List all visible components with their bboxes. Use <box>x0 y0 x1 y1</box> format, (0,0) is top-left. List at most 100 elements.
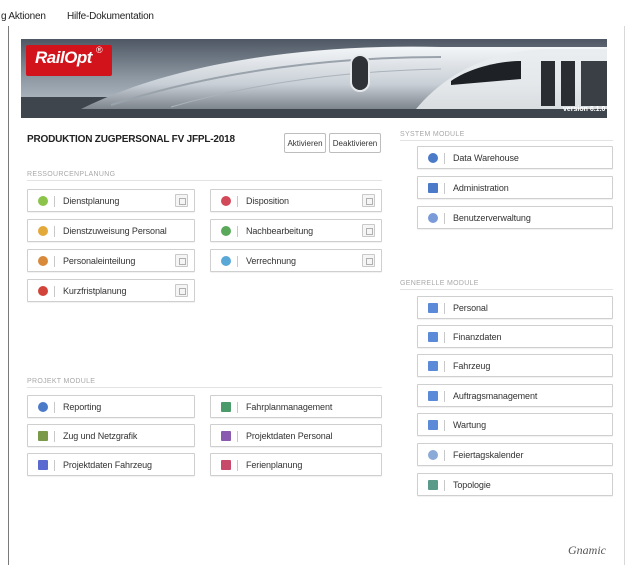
tile-finanzdaten[interactable]: Finanzdaten <box>417 325 613 348</box>
tile-personal[interactable]: Personal <box>417 296 613 319</box>
tile-auftragsmanagement[interactable]: Auftragsmanagement <box>417 384 613 407</box>
projektdaten-fahrzeug-icon <box>38 460 48 470</box>
ferienplanung-icon <box>221 460 231 470</box>
tile-label: Fahrzeug <box>453 361 491 371</box>
tile-data-warehouse[interactable]: Data Warehouse <box>417 146 613 169</box>
tile-label: Personaleinteilung <box>63 256 136 266</box>
options-icon[interactable] <box>175 284 188 297</box>
tile-personaleinteilung[interactable]: Personaleinteilung <box>27 249 195 272</box>
tile-reporting[interactable]: Reporting <box>27 395 195 418</box>
wartung-icon <box>428 420 438 430</box>
options-icon[interactable] <box>362 224 375 237</box>
tile-label: Ferienplanung <box>246 460 303 470</box>
tile-fahrplanmanagement[interactable]: Fahrplanmanagement <box>210 395 382 418</box>
section-divider <box>400 140 613 141</box>
tile-label: Dienstplanung <box>63 196 120 206</box>
tile-wartung[interactable]: Wartung <box>417 413 613 436</box>
section-divider <box>27 180 382 181</box>
tile-separator <box>237 460 238 471</box>
tile-dienstzuweisung-personal[interactable]: Dienstzuweisung Personal <box>27 219 195 242</box>
tile-label: Topologie <box>453 480 491 490</box>
dienstplan-icon <box>38 196 48 206</box>
tile-label: Personal <box>453 303 488 313</box>
tile-label: Reporting <box>63 402 102 412</box>
window-border <box>8 26 9 565</box>
personaleinteilung-icon <box>38 256 48 266</box>
tile-administration[interactable]: Administration <box>417 176 613 199</box>
tile-label: Projektdaten Personal <box>246 431 333 441</box>
reporting-icon <box>38 402 48 412</box>
tile-projektdaten-personal[interactable]: Projektdaten Personal <box>210 424 382 447</box>
tile-label: Benutzerverwaltung <box>453 213 531 223</box>
menu-hilfe-dokumentation[interactable]: Hilfe-Dokumentation <box>67 11 154 22</box>
tile-separator <box>54 460 55 471</box>
section-generelle-module: GENERELLE MODULE <box>400 280 479 287</box>
menu-aktionen[interactable]: g Aktionen <box>1 11 46 22</box>
section-system-module: SYSTEM MODULE <box>400 131 465 138</box>
benutzer-icon <box>428 213 438 223</box>
tile-kurzfristplanung[interactable]: Kurzfristplanung <box>27 279 195 302</box>
version-label: version 6.1.0 <box>563 106 606 113</box>
tile-label: Auftragsmanagement <box>453 391 538 401</box>
tile-label: Verrechnung <box>246 256 296 266</box>
disposition-icon <box>221 196 231 206</box>
section-divider <box>27 387 382 388</box>
tile-label: Nachbearbeitung <box>246 226 314 236</box>
fahrzeug-icon <box>428 361 438 371</box>
tile-dienstplanung[interactable]: Dienstplanung <box>27 189 195 212</box>
tile-verrechnung[interactable]: Verrechnung <box>210 249 382 272</box>
feiertag-icon <box>428 450 438 460</box>
tile-separator <box>54 256 55 267</box>
options-icon[interactable] <box>362 194 375 207</box>
tile-separator <box>444 303 445 314</box>
tile-separator <box>444 420 445 431</box>
tile-label: Finanzdaten <box>453 332 502 342</box>
tile-label: Administration <box>453 183 509 193</box>
tile-topologie[interactable]: Topologie <box>417 473 613 496</box>
topologie-icon <box>428 480 438 490</box>
options-icon[interactable] <box>175 194 188 207</box>
tile-separator <box>54 431 55 442</box>
options-icon[interactable] <box>362 254 375 267</box>
deactivate-button[interactable]: Deaktivieren <box>329 133 381 153</box>
kurzfrist-icon <box>38 286 48 296</box>
tile-label: Projektdaten Fahrzeug <box>63 460 152 470</box>
tile-separator <box>54 226 55 237</box>
nachbearbeitung-icon <box>221 226 231 236</box>
tile-separator <box>444 450 445 461</box>
verrechnung-icon <box>221 256 231 266</box>
tile-projektdaten-fahrzeug[interactable]: Projektdaten Fahrzeug <box>27 453 195 476</box>
tile-label: Dienstzuweisung Personal <box>63 226 167 236</box>
options-icon[interactable] <box>175 254 188 267</box>
tile-label: Data Warehouse <box>453 153 519 163</box>
registered-mark: ® <box>96 45 103 55</box>
tile-separator <box>54 196 55 207</box>
tile-separator <box>237 196 238 207</box>
tile-separator <box>237 256 238 267</box>
production-title: PRODUKTION ZUGPERSONAL FV JFPL-2018 <box>27 134 235 145</box>
finanzdaten-icon <box>428 332 438 342</box>
projektdaten-personal-icon <box>221 431 231 441</box>
netzgrafik-icon <box>38 431 48 441</box>
fahrplan-icon <box>221 402 231 412</box>
section-projekt-module: PROJEKT MODULE <box>27 378 96 385</box>
railopt-logo-text: RailOpt <box>35 48 92 67</box>
tile-separator <box>444 213 445 224</box>
tile-label: Kurzfristplanung <box>63 286 127 296</box>
tile-label: Wartung <box>453 420 486 430</box>
tile-benutzerverwaltung[interactable]: Benutzerverwaltung <box>417 206 613 229</box>
tile-label: Disposition <box>246 196 289 206</box>
tile-feiertagskalender[interactable]: Feiertagskalender <box>417 443 613 466</box>
activate-button[interactable]: Aktivieren <box>284 133 326 153</box>
tile-separator <box>444 391 445 402</box>
tile-fahrzeug[interactable]: Fahrzeug <box>417 354 613 377</box>
gnamic-brand: Gnamic <box>568 543 606 557</box>
tile-separator <box>237 431 238 442</box>
section-ressourcenplanung: RESSOURCENPLANUNG <box>27 171 116 178</box>
tile-disposition[interactable]: Disposition <box>210 189 382 212</box>
tile-ferienplanung[interactable]: Ferienplanung <box>210 453 382 476</box>
tile-nachbearbeitung[interactable]: Nachbearbeitung <box>210 219 382 242</box>
menu-bar: g Aktionen Hilfe-Dokumentation <box>0 0 625 26</box>
tile-zug-und-netzgrafik[interactable]: Zug und Netzgrafik <box>27 424 195 447</box>
tile-separator <box>444 183 445 194</box>
